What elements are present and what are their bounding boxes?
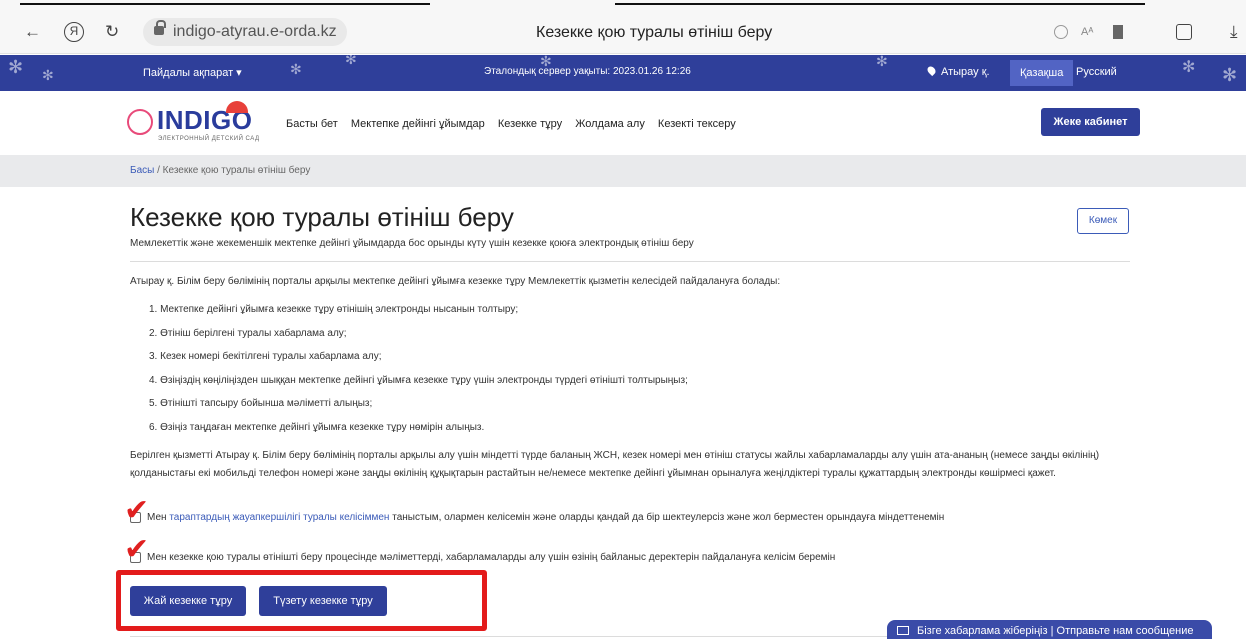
breadcrumb-home[interactable]: Басы <box>130 165 154 176</box>
browser-page-title: Кезекке қою туралы өтініш беру <box>536 24 773 41</box>
divider <box>130 261 1130 262</box>
agreement-2-label: Мен кезекке қою туралы өтінішті беру про… <box>147 552 836 563</box>
nav-link-home[interactable]: Басты бет <box>286 118 338 130</box>
lock-icon <box>154 20 166 35</box>
reload-icon[interactable]: ↻ <box>105 22 119 42</box>
city-label: Атырау қ. <box>941 66 990 78</box>
page-subtitle: Мемлекеттік және жекеменшік мектепке дей… <box>130 238 694 249</box>
main-nav: INDIGO ЭЛЕКТРОННЫЙ ДЕТСКИЙ САД Басты бет… <box>0 91 1246 155</box>
translate-icon[interactable]: Aᴬ <box>1081 26 1093 38</box>
agreement-link[interactable]: тараптардың жауапкершілігі туралы келісі… <box>169 512 389 523</box>
indigo-logo[interactable]: INDIGO ЭЛЕКТРОННЫЙ ДЕТСКИЙ САД <box>127 101 267 145</box>
envelope-icon <box>897 626 909 635</box>
list-item: 2. Өтініш берілгені туралы хабарлама алу… <box>149 327 347 339</box>
snowflake-icon: ✻ <box>290 61 302 77</box>
breadcrumb: Басы / Кезекке қою туралы өтініш беру <box>0 155 1246 187</box>
lang-kazakh[interactable]: Қазақша <box>1010 60 1074 86</box>
server-time: Эталондық сервер уақыты: 2023.01.26 12:2… <box>484 66 691 77</box>
red-checkmark-icon: ✔ <box>124 533 150 566</box>
simple-queue-button[interactable]: Жай кезекке тұру <box>130 586 246 616</box>
logo-face-icon <box>127 109 153 135</box>
logo-subtitle: ЭЛЕКТРОННЫЙ ДЕТСКИЙ САД <box>158 136 260 142</box>
snowflake-icon: ✻ <box>8 57 24 77</box>
main-content: Кезекке қою туралы өтініш беру Көмек Мем… <box>130 200 1140 483</box>
search-icon[interactable] <box>1054 25 1068 39</box>
help-button[interactable]: Көмек <box>1077 208 1129 234</box>
snowflake-icon: ✻ <box>345 51 357 67</box>
intro-text: Атырау қ. Білім беру бөлімінің порталы а… <box>130 276 781 287</box>
list-item: 4. Өзіңіздің көңіліңізден шыққан мектепк… <box>149 374 688 386</box>
top-info-bar: ✻ ✻ ✻ ✻ ✻ ✻ ✻ ✻ Пайдалы ақпарат ▾ Эталон… <box>0 51 1246 91</box>
browser-toolbar: ← Я ↻ indigo-atyrau.e-orda.kz Кезекке қо… <box>0 0 1246 54</box>
nav-link-check-queue[interactable]: Кезекті тексеру <box>658 118 736 130</box>
feedback-widget[interactable]: Бізге хабарлама жіберіңіз | Отправьте на… <box>887 620 1212 639</box>
useful-info-dropdown[interactable]: Пайдалы ақпарат ▾ <box>143 66 242 79</box>
top-edge-lines <box>0 0 1246 8</box>
logo-cap-icon <box>226 101 248 113</box>
yandex-icon[interactable]: Я <box>64 22 84 42</box>
list-item: 1. Мектепке дейінгі ұйымға кезекке тұру … <box>149 304 519 315</box>
bookmark-icon[interactable] <box>1113 25 1123 39</box>
correction-queue-button[interactable]: Түзету кезекке тұру <box>259 586 387 616</box>
agreement-1-label: Мен тараптардың жауапкершілігі туралы ке… <box>147 512 945 523</box>
list-item: 5. Өтінішті тапсыру бойынша мәліметті ал… <box>149 398 373 409</box>
breadcrumb-current: Кезекке қою туралы өтініш беру <box>162 165 311 176</box>
nav-links: Басты бет Мектепке дейінгі ұйымдар Кезек… <box>286 118 746 130</box>
nav-link-queue[interactable]: Кезекке тұру <box>498 118 562 130</box>
address-bar[interactable]: indigo-atyrau.e-orda.kz <box>143 18 347 46</box>
lang-russian[interactable]: Русский <box>1076 66 1117 78</box>
download-icon[interactable]: ⤓ <box>1230 22 1238 42</box>
extensions-icon[interactable] <box>1176 24 1192 40</box>
nav-link-kindergartens[interactable]: Мектепке дейінгі ұйымдар <box>351 118 485 130</box>
snowflake-icon: ✻ <box>876 53 888 69</box>
city-selector[interactable]: Атырау қ. <box>925 64 990 78</box>
url-text: indigo-atyrau.e-orda.kz <box>173 23 337 40</box>
back-arrow-icon[interactable]: ← <box>24 22 41 42</box>
location-pin-icon <box>925 64 938 77</box>
snowflake-icon: ✻ <box>1222 65 1238 85</box>
personal-cabinet-button[interactable]: Жеке кабинет <box>1041 108 1140 136</box>
page-title: Кезекке қою туралы өтініш беру <box>130 202 514 232</box>
requirements-note: Берілген қызметті Атырау қ. Білім беру б… <box>130 450 1100 479</box>
snowflake-icon: ✻ <box>1182 59 1196 76</box>
nav-link-referral[interactable]: Жолдама алу <box>575 118 645 130</box>
snowflake-icon: ✻ <box>42 67 54 83</box>
divider <box>130 636 890 637</box>
list-item: 6. Өзіңіз таңдаған мектепке дейінгі ұйым… <box>149 421 485 433</box>
steps-list: 1. Мектепке дейінгі ұйымға кезекке тұру … <box>149 304 1140 445</box>
breadcrumb-separator: / <box>154 165 163 176</box>
list-item: 3. Кезек номері бекітілгені туралы хабар… <box>149 351 382 362</box>
red-checkmark-icon: ✔ <box>124 494 150 527</box>
feedback-label: Бізге хабарлама жіберіңіз | Отправьте на… <box>917 625 1194 637</box>
